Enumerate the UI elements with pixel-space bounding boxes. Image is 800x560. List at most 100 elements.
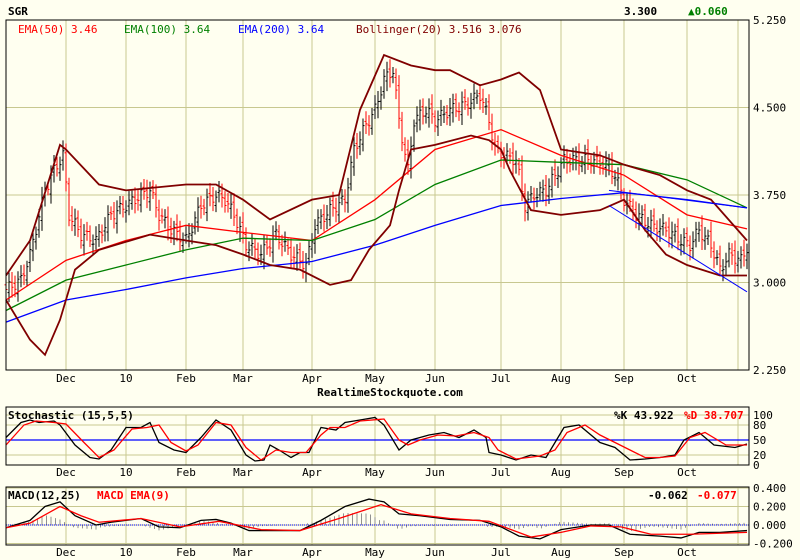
price-bar: [262, 234, 266, 270]
price-bar: [253, 238, 257, 259]
price-bar: [391, 67, 395, 84]
price-bar: [466, 97, 470, 116]
price-bar: [430, 94, 434, 124]
price-bar: [469, 92, 473, 119]
price-bar: [172, 220, 176, 246]
price-bar: [229, 193, 233, 219]
price-bar: [76, 210, 80, 238]
price-bar: [103, 217, 107, 242]
price-bar: [532, 187, 536, 210]
price-bar: [496, 135, 500, 154]
month-label: Jul: [491, 372, 511, 385]
month-label: Jun: [425, 546, 445, 559]
price-bar: [313, 219, 317, 254]
axis-tick-label: 0.200: [753, 501, 786, 514]
price-change: ▲0.060: [688, 5, 728, 18]
price-bar: [148, 181, 152, 211]
price-bar: [139, 182, 143, 213]
month-label: Apr: [302, 546, 322, 559]
month-label: Mar: [233, 546, 253, 559]
price-bar: [94, 226, 98, 250]
price-bar: [199, 195, 203, 219]
price-bar: [586, 139, 590, 170]
price-bar: [217, 180, 221, 203]
price-bar: [487, 94, 491, 131]
price-bar: [292, 246, 296, 269]
price-bar: [130, 190, 134, 210]
price-bar: [739, 246, 743, 269]
price-bar: [283, 231, 287, 252]
price-bar: [97, 224, 101, 247]
month-label: Sep: [614, 546, 634, 559]
price-bar: [691, 231, 695, 259]
macd-line: [5, 498, 748, 540]
price-bar: [460, 91, 464, 126]
price-bar: [730, 243, 734, 265]
price-bar: [187, 223, 191, 248]
price-bar: [304, 252, 308, 283]
price-bar: [385, 61, 389, 92]
price-bar: [742, 239, 746, 267]
price-bar: [418, 99, 422, 131]
month-label: Jul: [491, 546, 511, 559]
axis-tick-label: 80: [753, 419, 766, 432]
price-bar: [82, 224, 86, 256]
price-bar: [349, 155, 353, 191]
price-bar: [442, 105, 446, 123]
macd-plot: [5, 498, 749, 540]
axis-tick-label: 0.000: [753, 519, 786, 532]
price-bar: [421, 98, 425, 125]
price-bar: [319, 209, 323, 230]
price-bar: [388, 59, 392, 88]
price-bar: [400, 111, 404, 152]
price-bar: [67, 177, 71, 227]
price-bar: [700, 215, 704, 251]
axis-tick-label: -0.200: [753, 538, 793, 551]
price-bar: [733, 240, 737, 274]
macd-title: MACD(12,25): [8, 489, 81, 502]
price-bar: [685, 227, 689, 248]
price-bar: [115, 200, 119, 234]
price-bar: [121, 196, 125, 218]
price-bar: [619, 163, 623, 200]
price-bar: [715, 250, 719, 266]
price-bar: [454, 93, 458, 118]
month-label: Oct: [677, 546, 697, 559]
month-label: 10: [119, 466, 132, 479]
price-bar: [256, 242, 260, 266]
price-bar: [79, 218, 83, 249]
price-bar: [58, 156, 62, 181]
price-bar: [376, 91, 380, 119]
price-bar: [724, 252, 728, 276]
price-bar: [169, 217, 173, 244]
price-bar: [484, 98, 488, 115]
price-bar: [136, 189, 140, 211]
month-label: Aug: [551, 546, 571, 559]
price-bar: [343, 189, 347, 213]
price-bar: [577, 143, 581, 175]
price-bar: [697, 221, 701, 242]
price-bar: [478, 84, 482, 110]
price-bar: [232, 193, 236, 226]
price-bar: [415, 106, 419, 133]
price-bar: [451, 93, 455, 123]
axis-tick-label: 50: [753, 434, 766, 447]
month-label: Mar: [233, 372, 253, 385]
price-bar: [535, 188, 539, 208]
price-bar: [301, 250, 305, 279]
price-bar: [427, 98, 431, 128]
month-label: Feb: [176, 466, 196, 479]
month-label: Feb: [176, 372, 196, 385]
price-bar: [682, 228, 686, 255]
month-label: Apr: [302, 466, 322, 479]
price-bar: [673, 223, 677, 243]
month-label: Feb: [176, 546, 196, 559]
price-bar: [205, 188, 209, 222]
symbol-label: SGR: [8, 5, 28, 18]
price-bar: [271, 225, 275, 263]
price-bar: [652, 208, 656, 232]
price-bar: [397, 75, 401, 129]
price-bar: [706, 229, 710, 246]
price-bar: [694, 221, 698, 248]
month-label: Dec: [56, 546, 76, 559]
